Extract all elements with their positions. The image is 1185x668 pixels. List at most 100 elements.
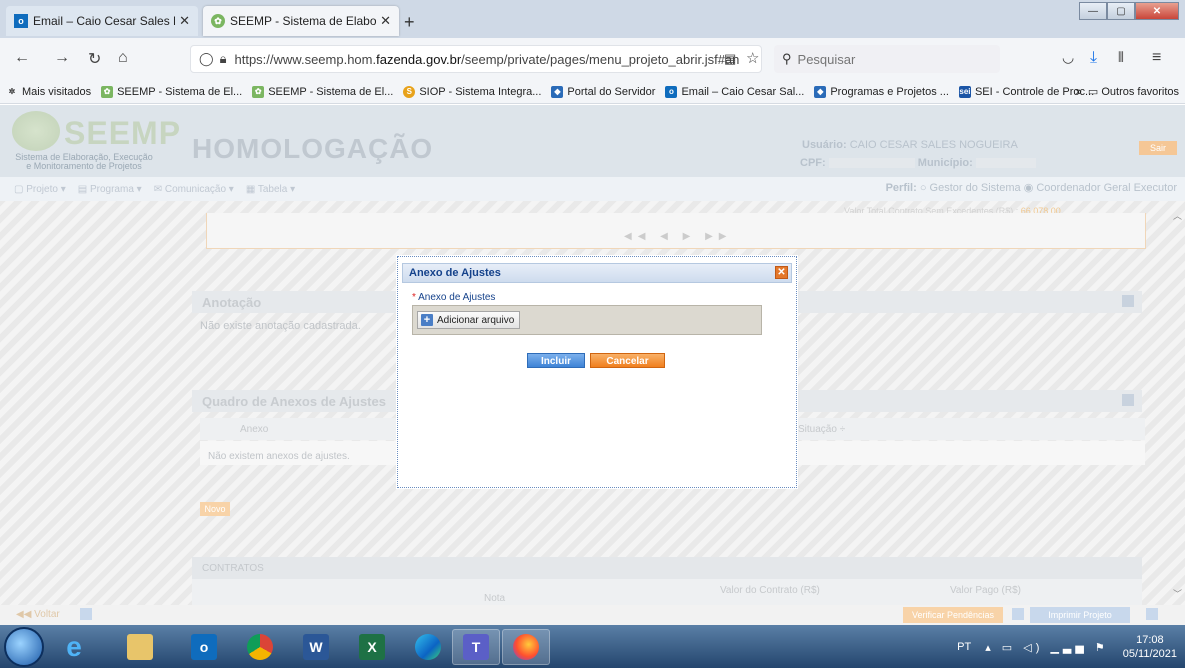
file-upload-area: + Adicionar arquivo xyxy=(412,305,762,335)
browser-tab-bar: o Email – Caio Cesar Sales Nogue ✕ ✿ SEE… xyxy=(0,0,1185,38)
clock[interactable]: 17:08 05/11/2021 xyxy=(1123,633,1177,661)
other-bookmarks[interactable]: » ▭ Outros favoritos xyxy=(1076,85,1179,98)
outlook-icon[interactable]: o xyxy=(180,629,228,665)
bookmarks-bar: ✲ Mais visitados ✿ SEEMP - Sistema de El..… xyxy=(0,80,1185,104)
close-icon[interactable]: ✕ xyxy=(380,13,391,29)
cancelar-button[interactable]: Cancelar xyxy=(590,353,665,368)
firefox-icon[interactable] xyxy=(502,629,550,665)
imprimir-projeto-button[interactable]: Imprimir Projeto xyxy=(1030,607,1130,623)
tab-email[interactable]: o Email – Caio Cesar Sales Nogue ✕ xyxy=(6,6,198,36)
close-icon[interactable]: ✕ xyxy=(775,266,788,279)
vertical-scrollbar[interactable]: ︿ ﹀ xyxy=(1171,105,1185,602)
anexo-field-label: * Anexo de Ajustes xyxy=(412,292,496,303)
ie-icon[interactable]: e xyxy=(50,629,98,665)
teams-icon[interactable]: T xyxy=(452,629,500,665)
bookmark-item[interactable]: S SIOP - Sistema Integra... xyxy=(403,85,541,98)
col-anexo[interactable]: Anexo xyxy=(240,424,268,435)
minimize-button[interactable]: — xyxy=(1079,2,1107,20)
dialog-title: Anexo de Ajustes xyxy=(409,267,501,279)
help-icon[interactable] xyxy=(1012,608,1024,620)
menu-programa[interactable]: ▤ Programa ▾ xyxy=(78,184,142,195)
close-icon[interactable]: ✕ xyxy=(179,13,190,29)
bookmark-item[interactable]: ✿ SEEMP - Sistema de El... xyxy=(101,85,242,98)
bookmark-item[interactable]: o Email – Caio Cesar Sal... xyxy=(665,85,804,98)
bookmark-item[interactable]: ✲ Mais visitados xyxy=(6,86,91,98)
pager[interactable]: ◀◀ ◀ ▶ ▶▶ xyxy=(624,231,732,242)
help-icon[interactable] xyxy=(80,608,92,620)
library-icon[interactable]: ⫴ xyxy=(1118,49,1124,66)
reload-icon[interactable]: ↻ xyxy=(88,49,101,69)
back-icon[interactable]: ← xyxy=(14,49,30,67)
menu-comunicacao[interactable]: ✉ Comunicação ▾ xyxy=(154,184,234,195)
menu-tabela[interactable]: ▦ Tabela ▾ xyxy=(246,184,295,195)
url-suffix: /seemp/private/pages/menu_projeto_abrir.… xyxy=(461,51,740,67)
radio-gestor[interactable]: ○ Gestor do Sistema xyxy=(920,182,1021,194)
scroll-up-icon[interactable]: ︿ xyxy=(1173,209,1182,222)
collapse-icon[interactable] xyxy=(1122,394,1134,406)
contratos-table-header: Nota Valor do Contrato (R$) Valor Pago (… xyxy=(192,579,1142,605)
url-prefix: https://www.seemp.hom. xyxy=(234,51,377,67)
novo-button[interactable]: Novo xyxy=(200,502,230,516)
cpf-info: CPF: Município: xyxy=(800,157,1036,169)
download-icon[interactable]: ⤓ xyxy=(1090,49,1097,67)
add-file-button[interactable]: + Adicionar arquivo xyxy=(417,311,521,329)
edge-icon[interactable] xyxy=(404,629,452,665)
dialog-title-bar: Anexo de Ajustes ✕ xyxy=(402,263,792,283)
bookmark-item[interactable]: sei SEI - Controle de Proc... xyxy=(958,85,1094,98)
col-situacao[interactable]: Situação ÷ xyxy=(798,424,845,435)
url-bar[interactable]: ◯ 🔒︎ https://www.seemp.hom. fazenda.gov.b… xyxy=(190,45,762,73)
bookmark-star-icon[interactable]: ☆ xyxy=(746,49,759,67)
tab-title: Email – Caio Cesar Sales Nogue xyxy=(33,14,175,28)
chrome-icon[interactable] xyxy=(236,629,284,665)
scroll-down-icon[interactable]: ﹀ xyxy=(1173,587,1182,600)
home-icon[interactable]: ⌂ xyxy=(118,49,128,67)
reader-view-icon[interactable]: ▤ xyxy=(724,51,736,67)
incluir-button[interactable]: Incluir xyxy=(527,353,585,368)
collapse-icon[interactable] xyxy=(1122,295,1134,307)
seemp-icon: ✿ xyxy=(211,14,225,28)
bookmark-item[interactable]: ✿ SEEMP - Sistema de El... xyxy=(252,85,393,98)
chevron-right-icon: » xyxy=(1075,86,1082,98)
pocket-icon[interactable]: ◡ xyxy=(1062,49,1074,66)
tab-seemp[interactable]: ✿ SEEMP - Sistema de Elaboração ✕ xyxy=(203,6,399,36)
language-indicator[interactable]: PT xyxy=(957,641,971,653)
browser-nav-bar: ← → ↻ ⌂ ◯ 🔒︎ https://www.seemp.hom. fazen… xyxy=(0,38,1185,80)
menu-projeto[interactable]: ▢ Projeto ▾ xyxy=(14,184,66,195)
menu-icon[interactable]: ≡ xyxy=(1152,49,1161,67)
app-logo-subtitle: Sistema de Elaboração, Execução e Monitor… xyxy=(15,152,153,171)
gear-icon: ✲ xyxy=(8,87,16,96)
help-icon[interactable] xyxy=(1146,608,1158,620)
siop-icon: S xyxy=(403,85,416,98)
bookmark-item[interactable]: ◆ Programas e Projetos ... xyxy=(814,85,949,98)
search-bar[interactable]: ⚲ xyxy=(774,45,1000,73)
start-button[interactable] xyxy=(4,627,44,667)
system-tray: PT ▴ ▭ ◁) ▁▃▅ ⚑ 17:08 05/11/2021 xyxy=(957,629,1177,665)
close-window-button[interactable]: ✕ xyxy=(1135,2,1179,20)
tray-icons[interactable]: ▴ ▭ ◁) ▁▃▅ ⚑ xyxy=(985,641,1109,654)
search-icon: ⚲ xyxy=(782,51,792,66)
radio-coordenador[interactable]: ◉ Coordenador Geral Executor xyxy=(1024,182,1177,194)
maximize-button[interactable]: ▢ xyxy=(1107,2,1135,20)
bookmark-item[interactable]: ◆ Portal do Servidor xyxy=(551,85,655,98)
verificar-pendencias-button[interactable]: Verificar Pendências xyxy=(903,607,1003,623)
excel-icon[interactable]: X xyxy=(348,629,396,665)
app-header: SEEMP Sistema de Elaboração, Execução e M… xyxy=(0,105,1185,177)
word-icon[interactable]: W xyxy=(292,629,340,665)
forward-icon[interactable]: → xyxy=(54,49,70,67)
anotacao-empty-text: Não existe anotação cadastrada. xyxy=(200,320,361,332)
seemp-icon: ✿ xyxy=(101,85,114,98)
lock-icon: 🔒︎ xyxy=(219,51,227,66)
search-input[interactable] xyxy=(797,51,988,67)
voltar-button[interactable]: ◀◀ Voltar xyxy=(16,609,60,620)
shield-icon: ◯ xyxy=(199,51,214,66)
seemp-icon: ✿ xyxy=(252,85,265,98)
plus-icon: + xyxy=(421,314,433,326)
folder-icon: ▭ xyxy=(1087,86,1099,98)
outlook-icon: o xyxy=(14,14,28,28)
seemp-logo-icon xyxy=(12,111,60,151)
window-controls: — ▢ ✕ xyxy=(1079,2,1179,20)
page-footer: ◀◀ Voltar Verificar Pendências Imprimir … xyxy=(0,605,1185,625)
new-tab-button[interactable]: + xyxy=(404,12,415,33)
explorer-icon[interactable] xyxy=(116,629,164,665)
app-logo: SEEMP xyxy=(64,115,182,151)
